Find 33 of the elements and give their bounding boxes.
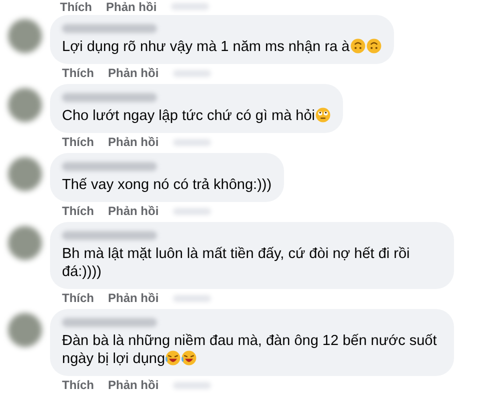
like-link[interactable]: Thích: [62, 291, 94, 305]
reply-link[interactable]: Phản hồi: [106, 0, 157, 14]
upside-down-face-icon: [350, 38, 366, 54]
like-link[interactable]: Thích: [62, 378, 94, 392]
blurred-avatar[interactable]: [8, 19, 42, 53]
reply-link[interactable]: Phản hồi: [108, 291, 159, 305]
eye-roll-face-icon: [315, 107, 332, 123]
blurred-avatar[interactable]: [8, 157, 42, 191]
laughing-face-icon: [165, 350, 182, 366]
comment-text: Cho lướt ngay lập tức chứ có gì mà hỏi: [62, 107, 332, 125]
blurred-timestamp: [172, 70, 211, 76]
comment-text: Bh mà lật mặt luôn là mất tiền đấy, cứ đòi nợ hết đi rồi đá:)))): [62, 245, 411, 281]
like-link[interactable]: Thích: [60, 0, 92, 14]
comment-text: Lợi dụng rõ như vậy mà 1 năm ms nhận ra à: [62, 38, 382, 56]
blurred-avatar[interactable]: [8, 313, 42, 347]
blurred-timestamp: [172, 138, 211, 146]
like-link[interactable]: Thích: [62, 135, 94, 149]
like-link[interactable]: Thích: [62, 66, 94, 80]
reply-link[interactable]: Phản hồi: [108, 204, 159, 218]
blurred-avatar[interactable]: [8, 88, 42, 122]
blurred-timestamp: [170, 3, 209, 10]
blurred-avatar[interactable]: [8, 226, 42, 260]
laughing-face-icon: [181, 350, 198, 366]
reply-link[interactable]: Phản hồi: [108, 378, 159, 392]
upside-down-face-icon: [366, 38, 382, 54]
blurred-timestamp: [172, 208, 211, 214]
reply-link[interactable]: Phản hồi: [108, 135, 159, 149]
blurred-timestamp: [172, 382, 211, 388]
reply-link[interactable]: Phản hồi: [108, 66, 159, 80]
comment-text: Đàn bà là những niềm đau mà, đàn ông 12 bến nước suốt ngày bị lợi dụng: [62, 332, 438, 368]
comment-text: Thế vay xong nó có trả không:))): [62, 176, 272, 194]
like-link[interactable]: Thích: [62, 204, 94, 218]
blurred-timestamp: [172, 294, 211, 302]
